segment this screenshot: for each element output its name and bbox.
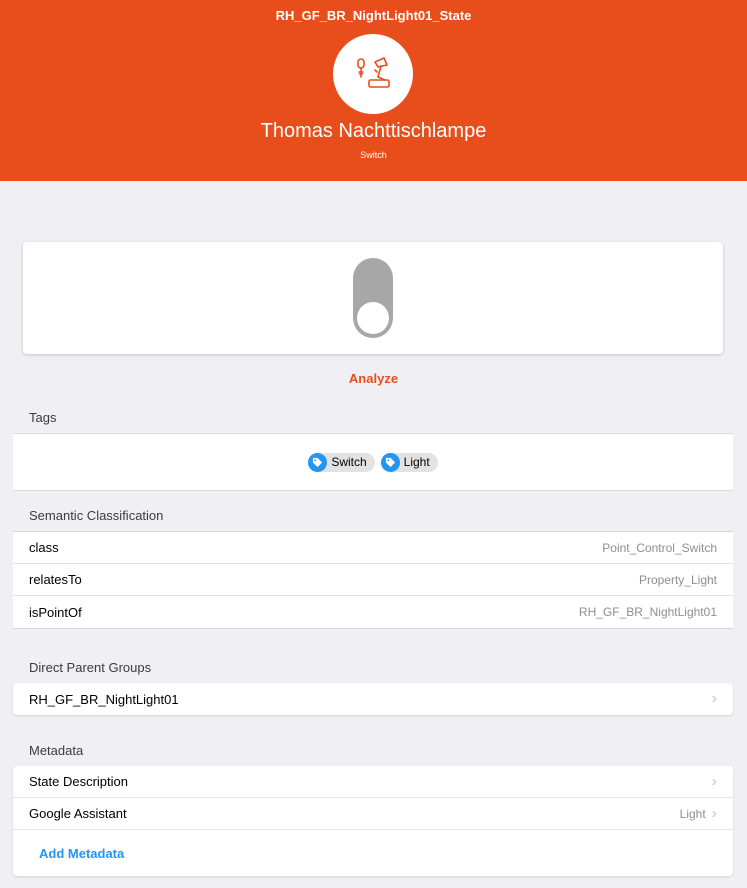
tag-chip-switch: Switch [308, 452, 375, 472]
tag-icon [380, 452, 400, 472]
row-label: class [29, 540, 59, 555]
row-label: State Description [29, 774, 128, 789]
semantic-list: class Point_Control_Switch relatesTo Pro… [13, 531, 733, 629]
tag-label: Light [403, 455, 430, 469]
metadata-section-title: Metadata [29, 743, 84, 758]
row-value: RH_GF_BR_NightLight01 [578, 605, 717, 619]
state-control-card [23, 242, 723, 354]
chevron-right-icon: › [711, 804, 717, 822]
row-label: relatesTo [29, 572, 82, 587]
item-icon-avatar [333, 34, 413, 114]
row-label: Google Assistant [29, 806, 127, 821]
item-name: RH_GF_BR_NightLight01_State [275, 8, 472, 23]
tag-chip-light: Light [380, 452, 438, 472]
row-value: Light [679, 806, 706, 821]
tag-label: Switch [331, 455, 367, 469]
add-metadata-button[interactable]: Add Metadata [13, 830, 733, 876]
row-value: Point_Control_Switch [602, 540, 717, 555]
parents-section-title: Direct Parent Groups [29, 660, 152, 675]
semantic-row-class: class Point_Control_Switch [13, 532, 733, 564]
tag-icon [308, 452, 328, 472]
row-value: Property_Light [638, 572, 717, 587]
tags-section-title: Tags [29, 410, 57, 425]
semantic-section-title: Semantic Classification [29, 508, 164, 523]
item-type: Switch [360, 150, 387, 160]
metadata-row-state-description[interactable]: State Description › [13, 766, 733, 798]
item-header: RH_GF_BR_NightLight01_State Thomas Nacht… [0, 0, 747, 181]
parent-group-row[interactable]: RH_GF_BR_NightLight01 › [13, 683, 733, 715]
semantic-row-relatesto: relatesTo Property_Light [13, 564, 733, 596]
item-label: Thomas Nachttischlampe [260, 120, 487, 142]
tags-list: Switch Light [13, 434, 733, 490]
parent-groups-list: RH_GF_BR_NightLight01 › [13, 683, 733, 715]
row-label: RH_GF_BR_NightLight01 [29, 691, 179, 707]
lamp-icon [357, 57, 390, 88]
state-toggle[interactable] [353, 258, 393, 338]
metadata-row-google-assistant[interactable]: Google Assistant Light › [13, 798, 733, 830]
row-label: isPointOf [29, 604, 82, 620]
metadata-list: State Description › Google Assistant Lig… [13, 766, 733, 876]
chevron-right-icon: › [711, 772, 717, 790]
chevron-right-icon: › [711, 690, 717, 707]
analyze-button[interactable]: Analyze [0, 370, 747, 388]
tags-block: Switch Light [13, 433, 733, 491]
semantic-row-ispointof: isPointOf RH_GF_BR_NightLight01 [13, 596, 733, 628]
toggle-knob[interactable] [357, 302, 389, 334]
